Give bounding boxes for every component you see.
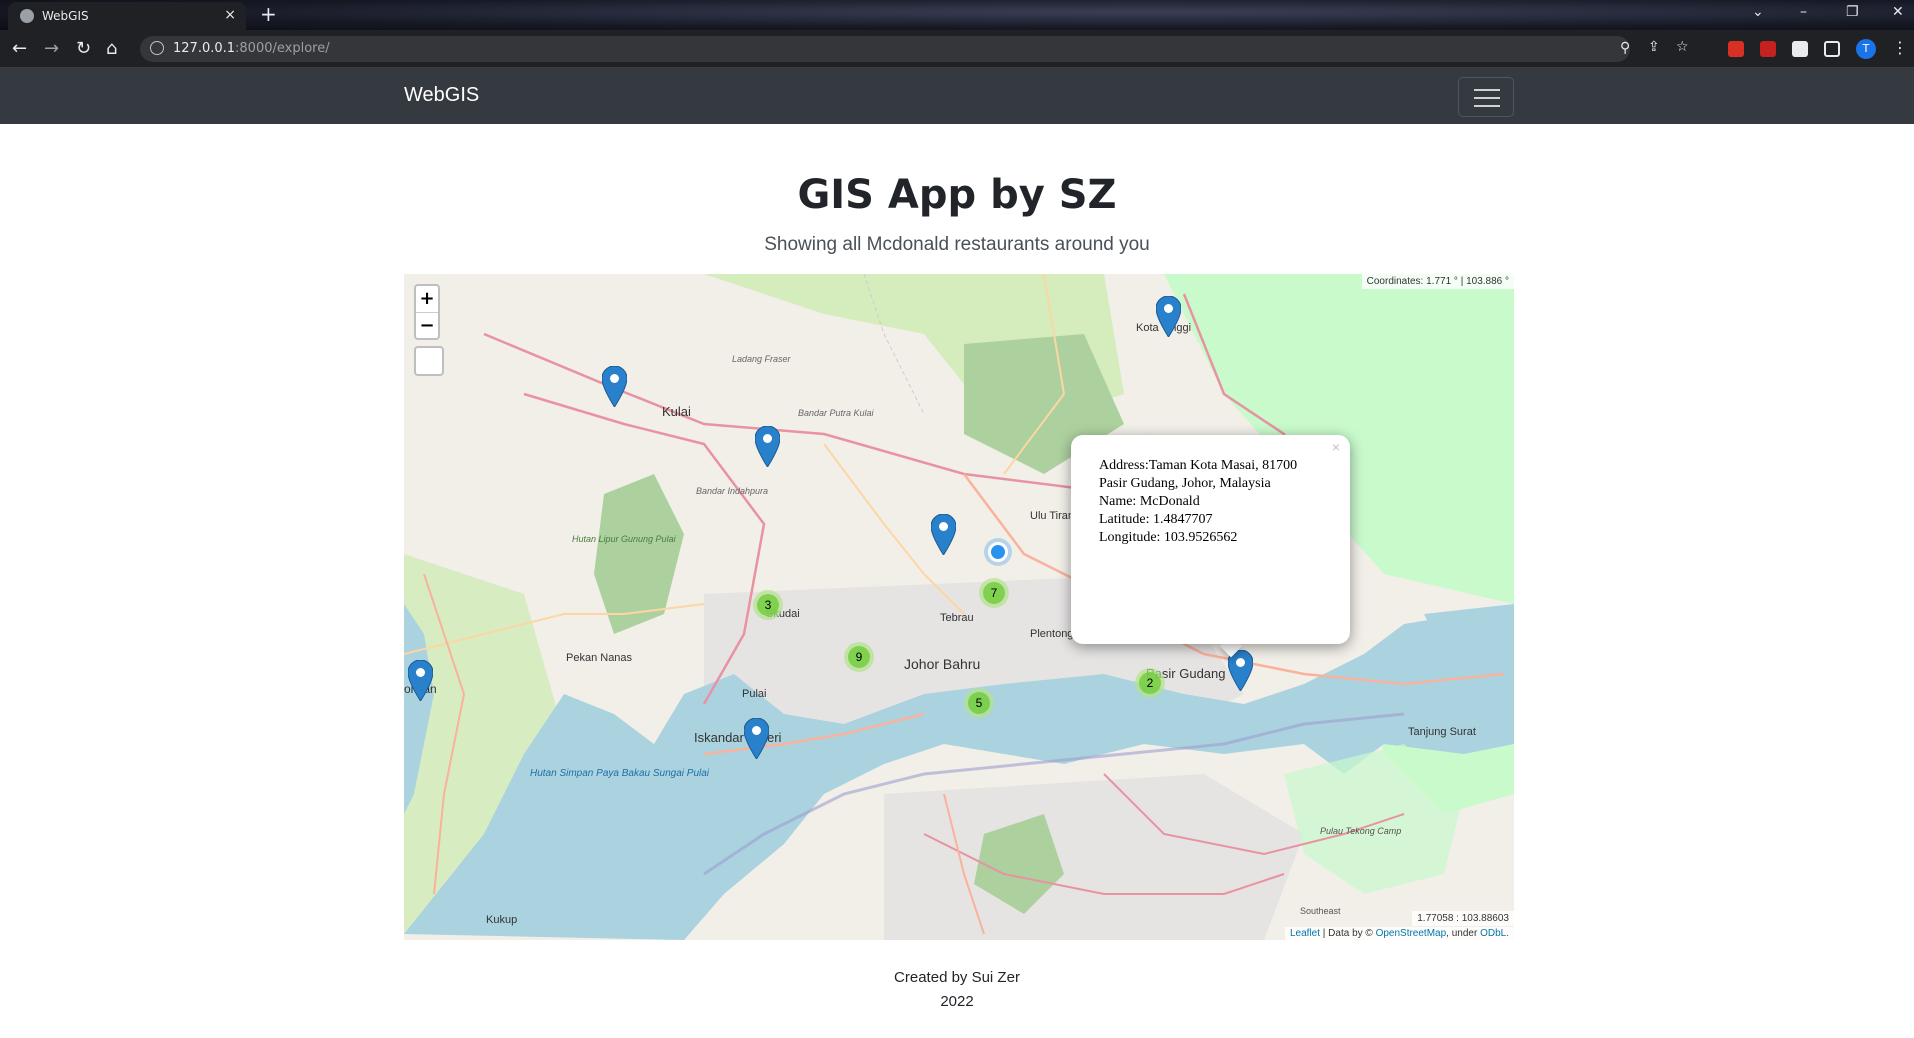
zoom-control: + − xyxy=(414,284,440,340)
map-marker-icon[interactable] xyxy=(408,660,433,701)
place-label: Tanjung Surat xyxy=(1408,726,1476,738)
address-bar: ← → ↻ ⌂ 127.0.0.1:8000/explore/ ⚲ ⇪ ☆ T … xyxy=(0,30,1914,68)
puzzle-extensions-icon[interactable] xyxy=(1792,41,1808,57)
odbl-link[interactable]: ODbL. xyxy=(1480,928,1509,939)
site-navbar: WebGIS xyxy=(0,68,1914,124)
hamburger-icon-line xyxy=(1474,97,1500,99)
zoom-in-button[interactable]: + xyxy=(416,286,438,312)
coordinates-readout: Coordinates: 1.771 ° | 103.886 ° xyxy=(1361,274,1514,289)
map-marker-icon[interactable] xyxy=(931,514,956,555)
current-location-dot xyxy=(988,542,1008,562)
place-label: Pekan Nanas xyxy=(566,652,633,664)
cluster-count: 5 xyxy=(968,692,990,714)
hamburger-icon-line xyxy=(1474,105,1500,107)
place-label: Bandar Indahpura xyxy=(696,486,769,496)
popup-longitude: Longitude: 103.9526562 xyxy=(1099,530,1238,545)
page-subtitle: Showing all Mcdonald restaurants around … xyxy=(764,234,1150,255)
forward-icon[interactable]: → xyxy=(44,38,59,59)
marker-cluster[interactable]: 9 xyxy=(844,642,874,672)
map-attribution: Leaflet | Data by © OpenStreetMap, under… xyxy=(1284,927,1514,940)
side-panel-icon[interactable] xyxy=(1824,41,1840,57)
url-field[interactable]: 127.0.0.1:8000/explore/ ⚲ ⇪ ☆ xyxy=(140,36,1689,62)
place-label: Bandar Putra Kulai xyxy=(798,408,874,418)
attribution-text: , under xyxy=(1446,928,1481,939)
place-label: Ulu Tiram xyxy=(1030,510,1078,522)
browser-tab[interactable]: WebGIS × xyxy=(8,2,246,30)
share-icon[interactable]: ⇪ xyxy=(1648,39,1660,55)
location-icon[interactable]: ⚲ xyxy=(1620,40,1630,56)
map-marker-icon[interactable] xyxy=(1156,296,1181,337)
place-label: Hutan Lipur Gunung Pulai xyxy=(572,534,676,544)
marker-cluster[interactable]: 7 xyxy=(979,578,1009,608)
footer-credit: Created by Sui Zer xyxy=(894,969,1020,986)
place-label: Ladang Fraser xyxy=(732,354,791,364)
url-text: 127.0.0.1:8000/explore/ xyxy=(173,41,330,56)
place-label: Pulau Tekong Camp xyxy=(1320,826,1402,836)
tab-close-icon[interactable]: × xyxy=(224,7,236,23)
cluster-count: 2 xyxy=(1139,672,1161,694)
leaflet-link[interactable]: Leaflet xyxy=(1290,928,1320,939)
hamburger-icon xyxy=(1474,89,1500,91)
home-icon[interactable]: ⌂ xyxy=(106,38,117,59)
place-label: Kulai xyxy=(662,404,691,419)
place-label: Kukup xyxy=(486,914,518,926)
map-container[interactable]: Kulai Johor Bahru Iskandar Puteri Pasir … xyxy=(404,274,1514,940)
popup-address: Address:Taman Kota Masai, 81700 Pasir Gu… xyxy=(1099,458,1298,491)
page-footer: Created by Sui Zer 2022 xyxy=(0,966,1914,1014)
browser-tab-strip: WebGIS × + ⌄ – ❐ ✕ xyxy=(0,0,1914,30)
close-window-icon[interactable]: ✕ xyxy=(1892,4,1904,20)
place-label: Hutan Simpan Paya Bakau Sungai Pulai xyxy=(530,768,710,779)
zoom-out-button[interactable]: − xyxy=(416,312,438,338)
popup-latitude: Latitude: 1.4847707 xyxy=(1099,512,1213,527)
map-marker-icon[interactable] xyxy=(602,366,627,407)
globe-icon xyxy=(20,9,34,23)
profile-avatar[interactable]: T xyxy=(1856,39,1876,59)
cluster-count: 9 xyxy=(848,646,870,668)
cluster-count: 3 xyxy=(757,594,779,616)
place-label: Southeast xyxy=(1300,906,1341,916)
extension-icon[interactable] xyxy=(1728,41,1744,57)
mouse-position-readout: 1.77058 : 103.88603 xyxy=(1412,911,1514,926)
reload-icon[interactable]: ↻ xyxy=(76,38,91,59)
place-label: Pulai xyxy=(742,688,767,700)
marker-cluster[interactable]: 5 xyxy=(964,688,994,718)
extension-icon[interactable] xyxy=(1760,41,1776,57)
map-marker-icon[interactable] xyxy=(744,718,769,759)
bookmark-star-icon[interactable]: ☆ xyxy=(1676,39,1689,55)
marker-cluster[interactable]: 2 xyxy=(1135,668,1165,698)
place-label: Plentong xyxy=(1030,628,1074,640)
back-icon[interactable]: ← xyxy=(12,38,27,59)
new-tab-button[interactable]: + xyxy=(260,2,277,26)
site-info-icon[interactable] xyxy=(150,41,164,55)
osm-link[interactable]: OpenStreetMap xyxy=(1376,928,1447,939)
marker-popup: × Address:Taman Kota Masai, 81700 Pasir … xyxy=(1071,435,1350,644)
footer-year: 2022 xyxy=(940,993,974,1010)
tab-search-icon[interactable]: ⌄ xyxy=(1752,4,1764,20)
restore-icon[interactable]: ❐ xyxy=(1846,4,1859,20)
menu-kebab-icon[interactable]: ⋮ xyxy=(1892,38,1908,57)
navbar-toggler-button[interactable] xyxy=(1458,77,1514,117)
page-title: GIS App by SZ xyxy=(797,172,1117,218)
marker-cluster[interactable]: 3 xyxy=(753,590,783,620)
map-marker-icon[interactable] xyxy=(755,426,780,467)
tab-title: WebGIS xyxy=(42,9,89,23)
popup-close-button[interactable]: × xyxy=(1332,439,1340,455)
place-label: Johor Bahru xyxy=(904,656,981,672)
minimize-icon[interactable]: – xyxy=(1800,4,1807,20)
cluster-count: 7 xyxy=(983,582,1005,604)
place-label: Tebrau xyxy=(940,612,974,624)
popup-name: Name: McDonald xyxy=(1099,494,1200,509)
brand-link[interactable]: WebGIS xyxy=(404,84,479,107)
attribution-text: | Data by © xyxy=(1320,928,1376,939)
locate-button[interactable] xyxy=(414,346,444,376)
